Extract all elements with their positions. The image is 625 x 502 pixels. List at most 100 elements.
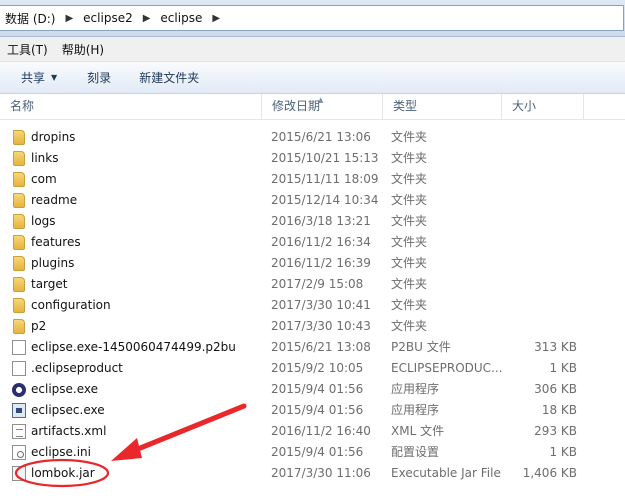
file-type: 应用程序 [391,403,440,417]
file-name: eclipse.ini [31,445,91,459]
file-name: logs [31,214,56,228]
column-type[interactable]: 类型 [383,94,502,119]
column-modified-label: 修改日期 [272,99,321,113]
menu-help[interactable]: 帮助(H) [55,41,111,58]
crumb-label: 数据 (D:) [5,11,56,26]
folder-icon [13,151,25,166]
file-type: 文件夹 [391,277,428,291]
folder-icon [13,193,25,208]
file-size: 313 KB [534,340,577,354]
folder-icon [13,298,25,313]
share-label: 共享 [21,71,46,85]
file-type: 文件夹 [391,256,428,270]
settings-file-icon [12,445,26,460]
column-size[interactable]: 大小 [502,94,584,119]
share-button[interactable]: 共享 ▼ [21,69,57,86]
file-date: 2017/3/30 11:06 [271,466,371,480]
file-type: XML 文件 [391,424,445,438]
file-row[interactable]: target 2017/2/9 15:08 文件夹 [0,274,625,295]
file-list: dropins 2015/6/21 13:06 文件夹 links 2015/10/21… [0,127,625,484]
file-date: 2015/11/11 18:09 [271,172,379,186]
file-row[interactable]: dropins 2015/6/21 13:06 文件夹 [0,127,625,148]
jar-file-icon [12,466,26,481]
column-name-label: 名称 [10,99,35,113]
file-row[interactable]: eclipse.exe 2015/9/4 01:56 应用程序 306 KB [0,379,625,400]
file-row[interactable]: eclipse.exe-1450060474499.p2bu 2015/6/21 … [0,337,625,358]
address-bar[interactable]: 数据 (D:) ▶ eclipse2 ▶ eclipse ▶ [0,5,624,31]
file-row[interactable]: lombok.jar 2017/3/30 11:06 Executable Jar … [0,463,625,484]
crumb-eclipse2[interactable]: eclipse2 [83,11,133,25]
column-size-label: 大小 [512,99,537,113]
file-type: ECLIPSEPRODUC... [391,361,503,375]
file-size: 1,406 KB [522,466,577,480]
file-row[interactable]: eclipsec.exe 2015/9/4 01:56 应用程序 18 KB [0,400,625,421]
menu-tools[interactable]: 工具(T) [0,41,55,58]
file-date: 2016/11/2 16:39 [271,256,371,270]
file-name: features [31,235,81,249]
command-bar: 共享 ▼ 刻录 新建文件夹 [0,62,625,94]
file-row[interactable]: plugins 2016/11/2 16:39 文件夹 [0,253,625,274]
console-app-icon [12,403,26,418]
dropdown-arrow-icon: ▼ [51,73,58,82]
file-row[interactable]: logs 2016/3/18 13:21 文件夹 [0,211,625,232]
file-type: 文件夹 [391,172,428,186]
file-name: lombok.jar [31,466,95,480]
file-row[interactable]: .eclipseproduct 2015/9/2 10:05 ECLIPSEPROD… [0,358,625,379]
file-size: 293 KB [534,424,577,438]
folder-icon [13,277,25,292]
file-icon [12,361,26,376]
file-type: 文件夹 [391,319,428,333]
eclipse-app-icon [12,383,26,397]
file-date: 2016/11/2 16:34 [271,235,371,249]
file-name: readme [31,193,78,207]
file-row[interactable]: artifacts.xml 2016/11/2 16:40 XML 文件 293 KB [0,421,625,442]
crumb-eclipse[interactable]: eclipse [160,11,202,25]
file-row[interactable]: configuration 2017/3/30 10:41 文件夹 [0,295,625,316]
file-row[interactable]: p2 2017/3/30 10:43 文件夹 [0,316,625,337]
new-folder-label: 新建文件夹 [139,71,200,85]
column-name[interactable]: 名称 [0,94,262,119]
file-row[interactable]: com 2015/11/11 18:09 文件夹 [0,169,625,190]
chevron-right-icon[interactable]: ▶ [143,13,151,24]
file-type: 文件夹 [391,214,428,228]
file-type: 文件夹 [391,235,428,249]
file-name: eclipse.exe-1450060474499.p2bu [31,340,236,354]
file-row[interactable]: links 2015/10/21 15:13 文件夹 [0,148,625,169]
file-size: 1 KB [549,445,577,459]
file-date: 2015/10/21 15:13 [271,151,379,165]
menu-bar: 工具(T) 帮助(H) [0,37,625,62]
chevron-right-icon[interactable]: ▶ [65,13,73,24]
file-date: 2017/3/30 10:43 [271,319,371,333]
file-date: 2015/9/4 01:56 [271,403,364,417]
crumb-drive[interactable]: 数据 (D:) [5,10,55,27]
file-date: 2016/11/2 16:40 [271,424,371,438]
file-name: eclipsec.exe [31,403,105,417]
column-type-label: 类型 [393,99,418,113]
file-type: Executable Jar File [391,466,501,480]
column-modified[interactable]: 修改日期 [262,94,383,119]
file-name: target [31,277,68,291]
file-row[interactable]: readme 2015/12/14 10:34 文件夹 [0,190,625,211]
file-name: links [31,151,59,165]
xml-file-icon [12,424,26,439]
folder-icon [13,319,25,334]
file-date: 2015/6/21 13:06 [271,130,371,144]
burn-label: 刻录 [87,71,112,85]
file-row[interactable]: eclipse.ini 2015/9/4 01:56 配置设置 1 KB [0,442,625,463]
address-bar-area: 数据 (D:) ▶ eclipse2 ▶ eclipse ▶ [0,0,625,37]
file-date: 2015/6/21 13:08 [271,340,371,354]
file-type: 文件夹 [391,298,428,312]
file-name: artifacts.xml [31,424,107,438]
file-row[interactable]: features 2016/11/2 16:34 文件夹 [0,232,625,253]
chevron-right-icon[interactable]: ▶ [212,13,220,24]
file-name: p2 [31,319,47,333]
folder-icon [13,172,25,187]
column-header: 名称 ▲ 修改日期 类型 大小 [0,94,625,120]
new-folder-button[interactable]: 新建文件夹 [139,69,199,86]
file-name: dropins [31,130,76,144]
file-date: 2017/3/30 10:41 [271,298,371,312]
file-name: plugins [31,256,75,270]
burn-button[interactable]: 刻录 [87,69,111,86]
file-name: eclipse.exe [31,382,99,396]
file-size: 18 KB [541,403,577,417]
